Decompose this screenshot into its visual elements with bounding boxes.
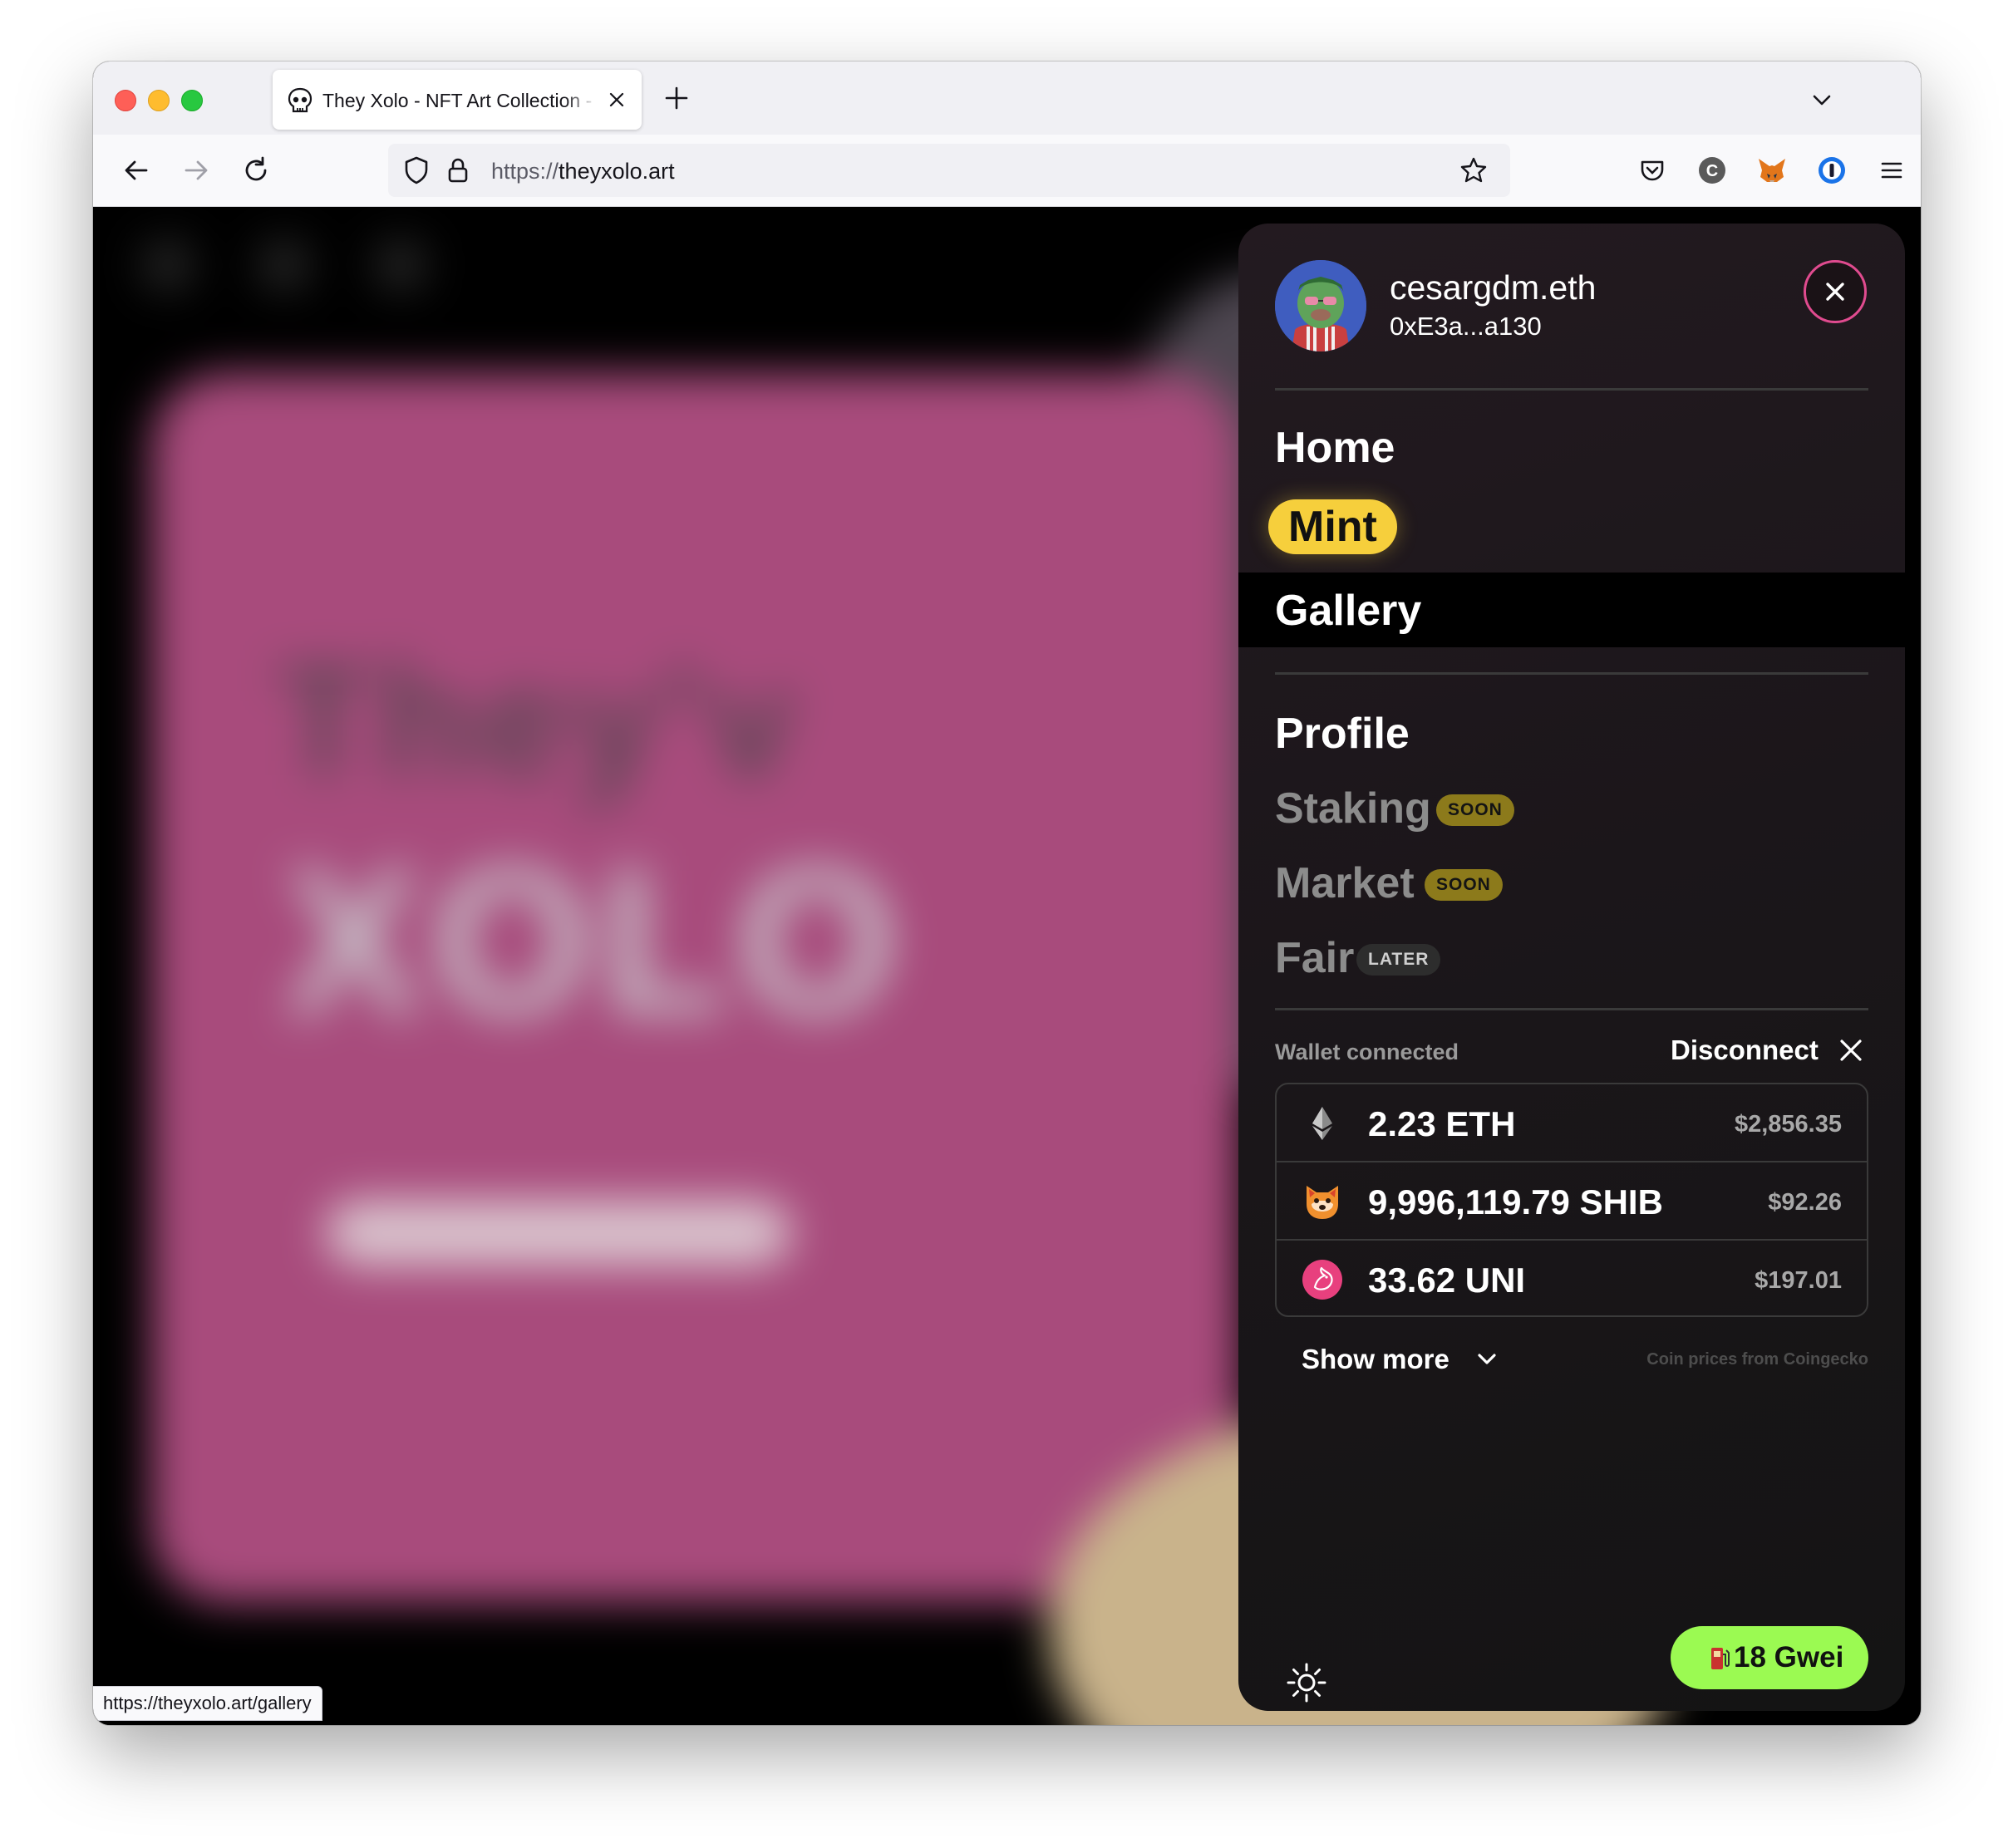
back-arrow-icon[interactable] (118, 152, 155, 189)
lock-icon[interactable] (441, 154, 475, 187)
reload-icon[interactable] (238, 152, 274, 189)
disconnect-close-icon[interactable] (1837, 1036, 1865, 1064)
nav-gallery-label: Gallery (1275, 587, 1422, 635)
token-usd-value: $2,856.35 (1734, 1111, 1842, 1138)
disconnect-button[interactable]: Disconnect (1671, 1035, 1819, 1066)
token-amount: 9,996,119.79 SHIB (1368, 1182, 1663, 1221)
token-usd-value: $197.01 (1755, 1267, 1842, 1294)
token-amount: 2.23 ETH (1368, 1104, 1516, 1143)
avatar[interactable] (1275, 260, 1366, 351)
tab-strip: They Xolo - NFT Art Collection - (93, 61, 1921, 135)
token-amount: 33.62 UNI (1368, 1261, 1526, 1300)
hero-button (326, 1200, 791, 1266)
minimize-window-button[interactable] (148, 90, 170, 111)
xolo-avatar-image (1275, 260, 1366, 351)
url-host: theyxolo.art (559, 159, 675, 184)
chevron-down-icon[interactable] (1473, 1345, 1501, 1374)
skull-icon (288, 87, 313, 113)
divider (1275, 1008, 1868, 1010)
show-more-button[interactable]: Show more (1302, 1344, 1449, 1375)
nav-home[interactable]: Home (1275, 423, 1395, 473)
background-blob (259, 240, 309, 290)
extension-c-icon[interactable]: C (1694, 152, 1730, 189)
close-icon (1826, 283, 1844, 301)
token-row-uni: 33.62 UNI $197.01 (1277, 1241, 1867, 1315)
browser-window: They Xolo - NFT Art Collection - https:/… (93, 61, 1921, 1725)
nav-profile[interactable]: Profile (1275, 709, 1410, 759)
background-blob (143, 240, 193, 290)
new-tab-icon[interactable] (658, 80, 695, 116)
tab-active[interactable]: They Xolo - NFT Art Collection - (273, 70, 642, 130)
bookmark-star-icon[interactable] (1457, 154, 1490, 187)
forward-arrow-icon[interactable] (178, 152, 214, 189)
close-menu-button[interactable] (1804, 260, 1867, 323)
svg-text:C: C (1706, 162, 1718, 180)
shiba-icon (1307, 1186, 1338, 1219)
tab-close-icon[interactable] (603, 86, 630, 113)
soon-badge: SOON (1425, 869, 1503, 901)
background-blob (376, 240, 426, 290)
metamask-fox-icon[interactable] (1754, 152, 1790, 189)
page-viewport: They'v XOLO cesargdm.eth 0xE3a...a130 Ho… (93, 207, 1921, 1725)
gas-price-label: 18 Gwei (1734, 1641, 1844, 1674)
price-source-note: Coin prices from Coingecko (1646, 1350, 1868, 1369)
tab-title: They Xolo - NFT Art Collection - (322, 90, 593, 111)
divider (1275, 388, 1868, 391)
nav-staking: Staking (1275, 784, 1431, 833)
token-balances-list: 2.23 ETH $2,856.35 9,996,119.79 SHIB $92… (1275, 1083, 1868, 1317)
list-all-tabs-icon[interactable] (1805, 83, 1838, 116)
nav-mint[interactable]: Mint (1268, 499, 1397, 554)
url-scheme: https:// (491, 159, 559, 184)
wallet-status-label: Wallet connected (1275, 1040, 1459, 1064)
url-text[interactable]: https://theyxolo.art (491, 159, 675, 184)
nav-fair: Fair (1275, 934, 1355, 982)
hamburger-menu-icon[interactable] (1873, 152, 1910, 189)
gas-price-button[interactable]: 18 Gwei (1671, 1626, 1868, 1689)
token-row-shib: 9,996,119.79 SHIB $92.26 (1277, 1162, 1867, 1241)
ethereum-icon (1312, 1107, 1332, 1140)
1password-icon[interactable] (1814, 152, 1850, 189)
hero-title-line1: They'v (276, 633, 800, 809)
sun-icon[interactable] (1285, 1661, 1328, 1704)
nav-gallery[interactable]: Gallery (1238, 573, 1905, 647)
pocket-icon[interactable] (1634, 152, 1671, 189)
shield-icon[interactable] (400, 154, 433, 187)
uniswap-icon (1302, 1260, 1342, 1300)
fuel-pump-icon (1711, 1648, 1730, 1669)
divider (1275, 672, 1868, 675)
later-badge: LATER (1356, 944, 1441, 976)
soon-badge: SOON (1436, 794, 1514, 826)
navigation-toolbar: https://theyxolo.art C (93, 135, 1921, 207)
zoom-window-button[interactable] (181, 90, 203, 111)
wallet-address: 0xE3a...a130 (1390, 312, 1542, 341)
token-row-eth: 2.23 ETH $2,856.35 (1277, 1084, 1867, 1162)
url-bar[interactable]: https://theyxolo.art (388, 144, 1510, 197)
close-window-button[interactable] (115, 90, 136, 111)
menu-panel: cesargdm.eth 0xE3a...a130 Home Mint Gall… (1238, 224, 1905, 1711)
status-link-preview: https://theyxolo.art/gallery (93, 1686, 322, 1721)
ens-name: cesargdm.eth (1390, 268, 1597, 307)
nav-market: Market (1275, 859, 1415, 907)
hero-title-line2: XOLO (284, 825, 907, 1057)
token-usd-value: $92.26 (1768, 1189, 1842, 1216)
